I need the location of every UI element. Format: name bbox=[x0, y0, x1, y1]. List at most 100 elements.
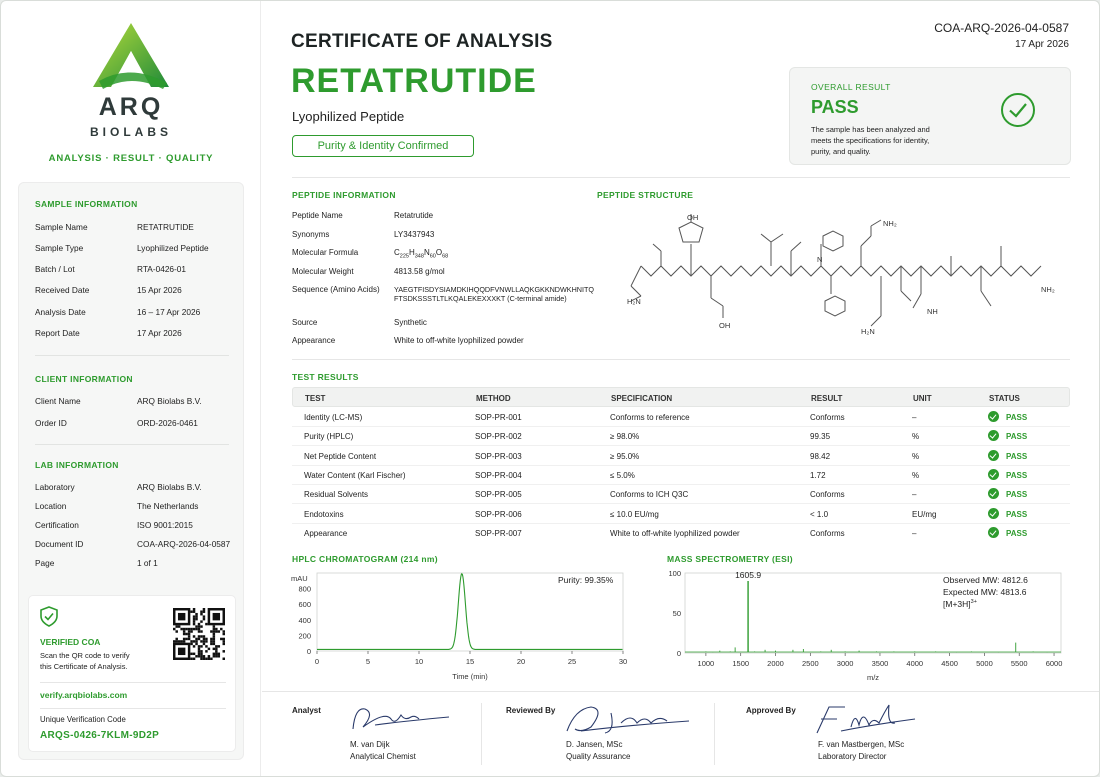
expected-mw: Expected MW: 4813.6 bbox=[943, 587, 1027, 597]
client-info-heading: CLIENT INFORMATION bbox=[35, 374, 133, 384]
approver-name: F. van Mastbergen, MSc bbox=[818, 740, 905, 749]
x-tick-label: 3500 bbox=[872, 659, 889, 668]
sequence-line-2: FTSDKSSSTLTLKQALEKEXXXKT (C-terminal ami… bbox=[394, 294, 567, 303]
qr-module bbox=[177, 625, 181, 628]
cell-unit: – bbox=[912, 413, 917, 422]
qr-module bbox=[177, 640, 181, 643]
qr-module bbox=[205, 622, 208, 626]
client-row: Order ID ORD-2026-0461 bbox=[35, 418, 198, 428]
cell-test: Identity (LC-MS) bbox=[304, 413, 363, 422]
sample-row: Received Date 15 Apr 2026 bbox=[35, 285, 182, 295]
x-tick-label: 2000 bbox=[767, 659, 784, 668]
qr-module bbox=[200, 650, 203, 653]
verify-text-1: Scan the QR code to verify bbox=[40, 651, 130, 660]
qr-module bbox=[187, 637, 191, 641]
overall-result-text: purity, and quality. bbox=[811, 147, 871, 156]
cell-method: SOP-PR-002 bbox=[475, 432, 522, 442]
qr-module bbox=[197, 650, 201, 653]
qr-module bbox=[192, 620, 196, 623]
sample-row: Sample Name RETATRUTIDE bbox=[35, 222, 194, 232]
qr-finder bbox=[212, 612, 221, 621]
qr-module bbox=[215, 645, 218, 648]
qr-module bbox=[212, 627, 216, 631]
ion-label: [M+3H]3+ bbox=[943, 599, 977, 609]
qr-module bbox=[207, 655, 211, 658]
cell-unit: EU/mg bbox=[912, 509, 937, 519]
qr-module bbox=[195, 627, 198, 631]
qr-module bbox=[197, 622, 201, 626]
sample-row: Analysis Date 16 – 17 Apr 2026 bbox=[35, 307, 201, 317]
qr-module bbox=[200, 625, 203, 628]
status-badge: PASS bbox=[1006, 528, 1028, 538]
peptide-row: Molecular Weight 4813.58 g/mol bbox=[292, 267, 445, 276]
qr-module bbox=[210, 642, 213, 646]
x-tick-label: 10 bbox=[415, 657, 423, 666]
cell-method: SOP-PR-001 bbox=[475, 413, 522, 422]
oh-label: OH bbox=[719, 321, 730, 330]
analyst-title: Analytical Chemist bbox=[350, 752, 416, 761]
sample-info-heading: SAMPLE INFORMATION bbox=[35, 199, 138, 209]
table-header: TEST METHOD SPECIFICATION RESULT UNIT ST… bbox=[292, 387, 1070, 407]
qr-code[interactable] bbox=[173, 606, 225, 662]
check-circle-icon bbox=[988, 468, 999, 480]
x-tick-label: 15 bbox=[466, 657, 474, 666]
sample-row: Sample Type Lyophilized Peptide bbox=[35, 243, 209, 253]
divider bbox=[35, 444, 229, 445]
y-tick-label: 100 bbox=[668, 569, 681, 578]
cell-spec: ≤ 5.0% bbox=[610, 470, 635, 480]
qr-module bbox=[215, 650, 218, 653]
check-circle-icon bbox=[988, 411, 999, 422]
verify-url-link[interactable]: verify.arqbiolabs.com bbox=[40, 690, 127, 700]
qr-module bbox=[222, 632, 225, 636]
cell-method: SOP-PR-006 bbox=[475, 509, 522, 519]
qr-module bbox=[222, 657, 225, 660]
x-axis-label: m/z bbox=[867, 673, 879, 682]
y-tick-label: 400 bbox=[298, 616, 311, 625]
cell-spec: ≥ 95.0% bbox=[610, 451, 640, 461]
qr-module bbox=[195, 612, 198, 616]
qr-module bbox=[187, 635, 191, 638]
check-circle-icon bbox=[988, 507, 999, 519]
cell-result: < 1.0 bbox=[810, 509, 829, 519]
reviewer-name: D. Jansen, MSc bbox=[566, 740, 623, 749]
brand-subname: BIOLABS bbox=[90, 125, 172, 139]
table-row: Water Content (Karl Fischer) SOP-PR-004 ≤ … bbox=[292, 466, 1070, 485]
cell-method: SOP-PR-005 bbox=[475, 490, 522, 500]
check-circle-icon bbox=[988, 449, 999, 461]
qr-module bbox=[182, 637, 186, 641]
lab-row: Page 1 of 1 bbox=[35, 558, 158, 568]
verification-code-label: Unique Verification Code bbox=[40, 715, 126, 724]
qr-module bbox=[175, 625, 178, 628]
status-badge: PASS bbox=[1006, 413, 1028, 422]
qr-module bbox=[222, 637, 225, 641]
cell-unit: % bbox=[912, 432, 920, 442]
qr-module bbox=[192, 622, 196, 626]
table-row: Purity (HPLC) SOP-PR-002 ≥ 98.0% 99.35% PASS bbox=[292, 427, 1070, 447]
sequence-line-1: YAEGTFISDYSIAMDKIHQQDFVNWLLAQKGKKNDWKHNI… bbox=[394, 285, 594, 294]
table-row: Residual Solvents SOP-PR-005 Conforms to I… bbox=[292, 485, 1070, 505]
overall-result-label: OVERALL RESULT bbox=[811, 82, 891, 92]
verify-text-2: this Certificate of Analysis. bbox=[40, 662, 128, 671]
qr-module bbox=[192, 617, 196, 621]
qr-module bbox=[197, 627, 201, 631]
qr-module bbox=[175, 630, 178, 633]
qr-module bbox=[190, 642, 193, 646]
qr-module bbox=[205, 657, 208, 660]
qr-module bbox=[212, 625, 216, 628]
qr-module bbox=[212, 637, 216, 641]
qr-module bbox=[220, 627, 223, 631]
qr-module bbox=[182, 630, 186, 633]
qr-module bbox=[200, 612, 203, 616]
qr-module bbox=[185, 637, 188, 641]
qr-module bbox=[180, 627, 183, 631]
cell-result: 1.72 bbox=[810, 470, 826, 480]
qr-module bbox=[190, 652, 193, 656]
cell-test: Purity (HPLC) bbox=[304, 432, 354, 442]
y-axis-label: mAU bbox=[291, 574, 308, 583]
qr-module bbox=[192, 610, 196, 613]
qr-module bbox=[212, 632, 216, 636]
cell-result: Conforms bbox=[810, 490, 845, 500]
qr-module bbox=[195, 625, 198, 628]
cell-spec: ≥ 98.0% bbox=[610, 432, 640, 442]
qr-module bbox=[192, 627, 196, 631]
